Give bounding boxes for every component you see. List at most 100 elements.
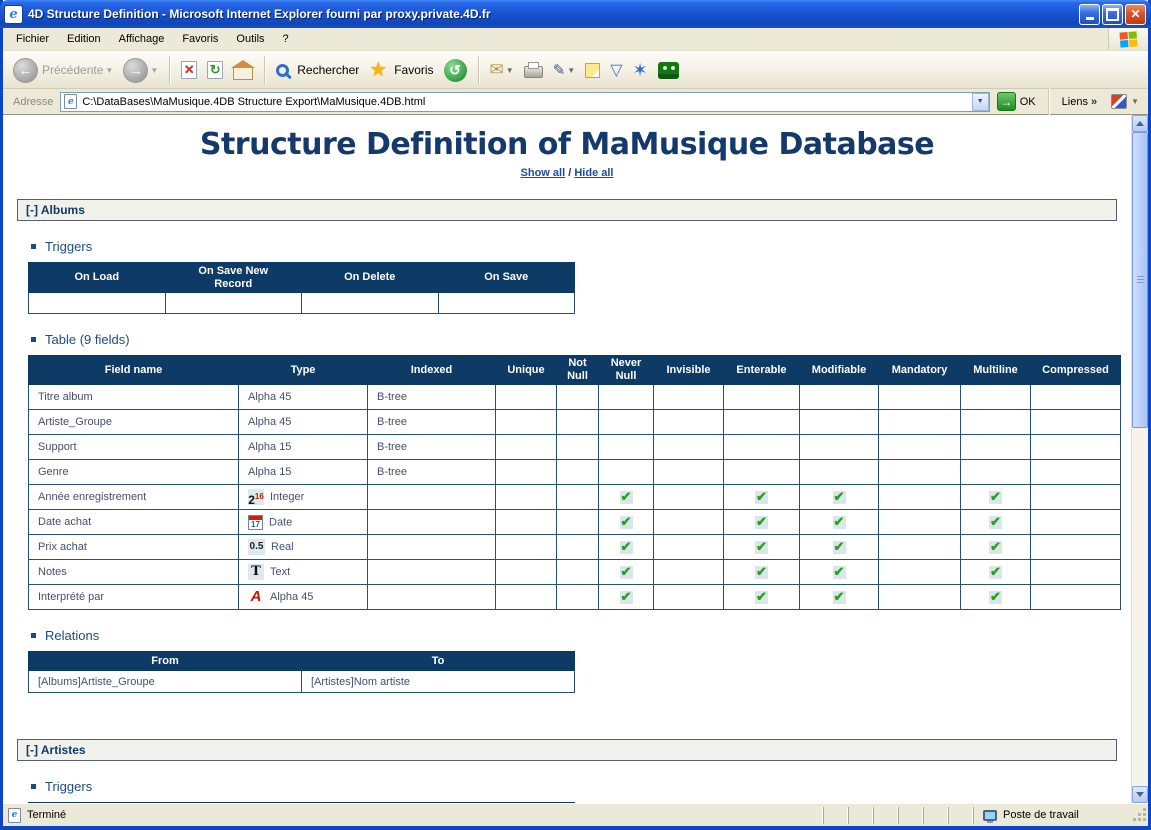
text-type-icon: T [248, 564, 264, 580]
title-bar[interactable]: e 4D Structure Definition - Microsoft In… [0, 0, 1151, 28]
address-url: C:\DataBases\MaMusique.4DB Structure Exp… [82, 96, 971, 108]
field-type-cell: Alpha 45 [239, 410, 368, 435]
search-icon [276, 64, 289, 77]
menu-item-favoris[interactable]: Favoris [173, 30, 227, 48]
mail-button[interactable]: ✉ ▼ [486, 58, 518, 82]
messenger-icon: ✶ [633, 60, 648, 81]
toolbar: ← Précédente ▼ → ▼ ✕ ↻ Rechercher ★ Favo… [3, 51, 1148, 89]
multiline-cell [961, 410, 1031, 435]
discuss-button[interactable] [581, 61, 604, 80]
status-text: Terminé [27, 809, 66, 821]
column-header: Enterable [724, 356, 800, 385]
compressed-cell [1031, 435, 1121, 460]
scroll-down-button[interactable] [1132, 786, 1148, 803]
edit-button[interactable]: ✎ ▼ [549, 59, 580, 81]
refresh-button[interactable]: ↻ [203, 59, 227, 81]
triggers-heading-artistes: Triggers [31, 779, 1131, 794]
column-header: On Save New Record [165, 263, 302, 293]
messenger-button[interactable]: ✶ [629, 58, 652, 83]
scroll-up-button[interactable] [1132, 115, 1148, 132]
field-type-label: Alpha 45 [248, 416, 291, 428]
unique-cell [496, 560, 557, 585]
bullet-icon [31, 784, 36, 789]
favorites-button[interactable]: ★ Favoris [365, 59, 437, 81]
address-dropdown-button[interactable]: ▼ [972, 93, 989, 111]
check-icon: ✔ [989, 516, 1002, 529]
close-button[interactable]: ✕ [1125, 4, 1146, 25]
field-type-label: Date [269, 516, 292, 528]
addon-button[interactable] [654, 60, 683, 81]
back-icon: ← [13, 58, 38, 83]
addon-icon [658, 62, 679, 79]
field-indexed-cell: B-tree [368, 460, 496, 485]
not_null-cell [557, 385, 599, 410]
hide-all-link[interactable]: Hide all [574, 167, 613, 179]
links-menu[interactable]: Liens » [1054, 96, 1105, 108]
security-zone: Poste de travail [973, 807, 1131, 824]
mail-dropdown-icon[interactable]: ▼ [506, 66, 514, 75]
scrollbar-thumb[interactable] [1132, 132, 1148, 428]
forward-dropdown-icon[interactable]: ▼ [150, 66, 158, 75]
field-indexed-cell [368, 510, 496, 535]
search-button[interactable]: Rechercher [272, 61, 363, 79]
page-title: Structure Definition of MaMusique Databa… [3, 127, 1131, 162]
never_null-cell: ✔ [599, 585, 654, 610]
bullet-icon [31, 337, 36, 342]
menu-item-fichier[interactable]: Fichier [7, 30, 58, 48]
compressed-cell [1031, 385, 1121, 410]
menu-item-outils[interactable]: Outils [227, 30, 273, 48]
field-name-cell: Date achat [29, 510, 239, 535]
filter-button[interactable]: ▽ [606, 58, 626, 82]
resize-grip[interactable] [1133, 808, 1148, 823]
menu-item-help[interactable]: ? [274, 30, 298, 48]
calendar-bar-icon [249, 516, 262, 520]
forward-button[interactable]: → ▼ [119, 56, 162, 85]
edit-dropdown-icon[interactable]: ▼ [567, 66, 575, 75]
back-label: Précédente [42, 63, 103, 77]
modifiable-cell: ✔ [800, 560, 879, 585]
pdf-icon [1111, 94, 1127, 109]
unique-cell [496, 385, 557, 410]
go-button[interactable]: → [997, 92, 1016, 111]
show-all-link[interactable]: Show all [521, 167, 566, 179]
section-header-albums[interactable]: [-] Albums [17, 199, 1117, 221]
print-button[interactable] [520, 60, 547, 80]
page-content: Structure Definition of MaMusique Databa… [3, 115, 1131, 803]
history-button[interactable]: ↺ [440, 57, 471, 84]
mandatory-cell [879, 385, 961, 410]
column-header: Mandatory [879, 356, 961, 385]
status-zone [923, 807, 948, 824]
menu-item-edition[interactable]: Edition [58, 30, 110, 48]
enterable-cell: ✔ [724, 535, 800, 560]
field-type-cell: Alpha 45 [239, 385, 368, 410]
pdf-button[interactable]: ▼ [1105, 94, 1145, 109]
menu-item-affichage[interactable]: Affichage [110, 30, 174, 48]
refresh-icon: ↻ [207, 61, 223, 79]
stop-button[interactable]: ✕ [177, 59, 201, 81]
back-button[interactable]: ← Précédente ▼ [9, 56, 117, 85]
home-button[interactable] [229, 59, 257, 82]
scrollbar-track[interactable] [1132, 132, 1148, 786]
check-icon: ✔ [755, 516, 768, 529]
check-icon: ✔ [620, 566, 633, 579]
calendar-number: 17 [249, 520, 262, 530]
section-header-artistes[interactable]: [-] Artistes [17, 739, 1117, 761]
back-dropdown-icon[interactable]: ▼ [105, 66, 113, 75]
real-type-icon: 0.5 [248, 539, 265, 555]
compressed-cell [1031, 535, 1121, 560]
unique-cell [496, 435, 557, 460]
pdf-dropdown-icon[interactable]: ▼ [1131, 97, 1139, 106]
multiline-cell [961, 435, 1031, 460]
scroll-down-icon [1136, 792, 1144, 797]
field-name-cell: Notes [29, 560, 239, 585]
empty-cell [165, 293, 302, 314]
check-icon: ✔ [620, 491, 633, 504]
vertical-scrollbar[interactable] [1131, 115, 1148, 803]
maximize-button[interactable] [1102, 4, 1123, 25]
column-header: On Delete [302, 263, 439, 293]
check-icon: ✔ [989, 491, 1002, 504]
minimize-button[interactable] [1079, 4, 1100, 25]
address-input[interactable]: e C:\DataBases\MaMusique.4DB Structure E… [60, 92, 989, 112]
search-label: Rechercher [297, 63, 359, 77]
triggers-table-artistes: On LoadOn Save New RecordOn DeleteOn Sav… [28, 802, 575, 803]
